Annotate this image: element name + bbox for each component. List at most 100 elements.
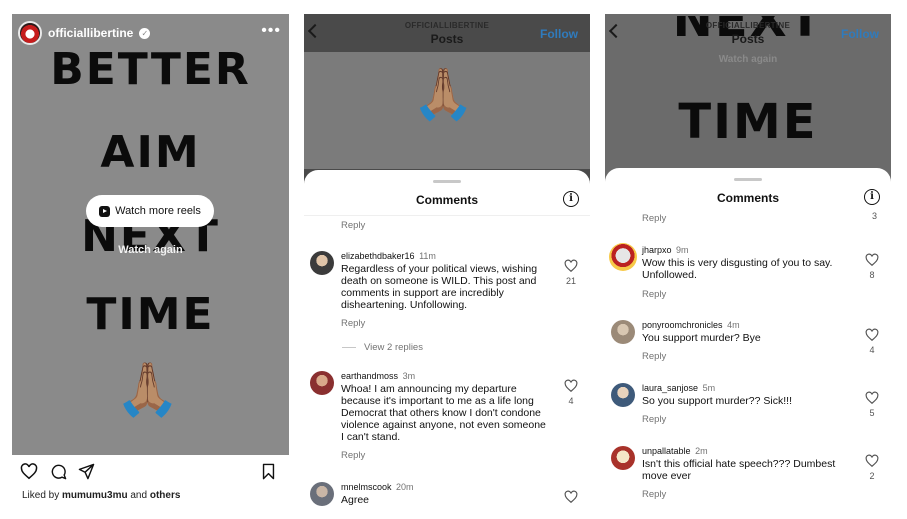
comment-username[interactable]: laura_sanjose	[642, 383, 698, 393]
reel-text-line: TIME	[86, 289, 215, 340]
comments-sheet: Comments i Reply 3 jharpxo 9m Wow this i…	[605, 168, 891, 519]
comment-text: You support murder? Bye	[642, 332, 761, 344]
comment-time: 4m	[727, 320, 740, 330]
avatar[interactable]	[310, 251, 334, 275]
follow-button[interactable]: Follow	[841, 27, 879, 41]
watch-more-reels-label: Watch more reels	[115, 205, 201, 217]
heart-icon[interactable]	[865, 328, 879, 342]
comment-time: 11m	[419, 251, 436, 261]
reply-link[interactable]: Reply	[341, 220, 365, 231]
heart-icon[interactable]	[865, 454, 879, 468]
comment-text: Regardless of your political views, wish…	[341, 263, 538, 311]
post-actions	[20, 463, 278, 481]
comment-meta: unpallatable 2m	[642, 446, 708, 456]
heart-icon[interactable]	[564, 490, 578, 504]
view-replies-label: View 2 replies	[364, 342, 423, 353]
info-icon[interactable]: i	[864, 189, 880, 205]
watch-more-reels-button[interactable]: Watch more reels	[86, 195, 214, 227]
liked-mid: and	[127, 490, 150, 501]
drag-handle[interactable]	[734, 178, 762, 181]
comment-text: Whoa! I am announcing my departure becau…	[341, 383, 546, 443]
comment-text: So you support murder?? Sick!!!	[642, 395, 792, 407]
avatar[interactable]	[611, 446, 635, 470]
like-count: 2	[869, 471, 875, 481]
heart-icon[interactable]	[564, 259, 578, 273]
watch-again-button[interactable]: Watch again	[605, 54, 891, 65]
comment-text: Wow this is very disgusting of you to sa…	[642, 257, 833, 281]
reply-link[interactable]: Reply	[341, 318, 365, 329]
heart-icon[interactable]	[865, 253, 879, 267]
heart-icon[interactable]	[20, 463, 38, 480]
praying-hands-emoji: 🙏🏽	[412, 66, 475, 122]
comment-time: 9m	[676, 245, 689, 255]
avatar[interactable]	[18, 21, 42, 45]
comments-sheet: Comments i Reply elizabethdbaker16 11m R…	[304, 170, 590, 519]
heart-icon[interactable]	[564, 379, 578, 393]
liked-others-link[interactable]: others	[150, 490, 181, 501]
comment-time: 5m	[702, 383, 716, 393]
reel-text-line: BETTER	[50, 44, 251, 95]
comment-time: 20m	[396, 482, 414, 492]
comment-username[interactable]: mnelmscook	[341, 482, 392, 492]
praying-hands-emoji: 🙏🏽	[115, 361, 180, 419]
reels-icon	[99, 205, 111, 217]
reply-link[interactable]: Reply	[642, 414, 666, 425]
top-nav: OFFICIALLIBERTINE Posts Follow	[304, 14, 590, 52]
liked-prefix: Liked by	[22, 490, 63, 501]
info-icon[interactable]: i	[563, 191, 579, 207]
posts-comments-panel: 🙏🏽 OFFICIALLIBERTINE Posts Follow Commen…	[304, 14, 590, 519]
bookmark-icon[interactable]	[261, 463, 276, 480]
avatar[interactable]	[611, 383, 635, 407]
comment-username[interactable]: jharpxo	[642, 245, 672, 255]
reel-panel: officiallibertine ✓ ••• BETTER AIM NEXT …	[12, 14, 289, 519]
reel-video[interactable]: officiallibertine ✓ ••• BETTER AIM NEXT …	[12, 14, 289, 455]
liked-user-link[interactable]: mumumu3mu	[62, 490, 128, 501]
like-count: 21	[565, 276, 576, 286]
like-count: 4	[568, 396, 574, 406]
drag-handle[interactable]	[433, 180, 461, 183]
verified-badge-icon: ✓	[139, 27, 151, 39]
like-count: 4	[869, 345, 875, 355]
reply-link[interactable]: Reply	[642, 351, 666, 362]
comment-meta: earthandmoss 3m	[341, 371, 415, 381]
avatar[interactable]	[310, 482, 334, 506]
comment-icon[interactable]	[50, 463, 67, 480]
comment-text: Agree	[341, 494, 370, 506]
reply-link[interactable]: Reply	[341, 450, 365, 461]
comment-username[interactable]: ponyroomchronicles	[642, 320, 723, 330]
share-icon[interactable]	[78, 463, 95, 480]
heart-icon[interactable]	[865, 391, 879, 405]
comment-time: 3m	[402, 371, 416, 381]
comment-username[interactable]: unpallatable	[642, 446, 691, 456]
reply-link[interactable]: Reply	[642, 289, 666, 300]
comment-meta: jharpxo 9m	[642, 245, 689, 255]
sheet-title: Comments	[415, 193, 478, 207]
top-nav: OFFICIALLIBERTINE Posts Follow	[605, 14, 891, 52]
more-horizontal-icon[interactable]: •••	[261, 22, 281, 40]
view-replies-button[interactable]: View 2 replies	[342, 342, 423, 353]
reply-line	[342, 347, 356, 348]
reel-text-line: TIME	[678, 94, 818, 150]
like-count: 3	[871, 211, 877, 221]
comment-username[interactable]: earthandmoss	[341, 371, 398, 381]
comment-username[interactable]: elizabethdbaker16	[341, 251, 415, 261]
reply-link[interactable]: Reply	[642, 213, 666, 224]
like-count: 5	[869, 408, 875, 418]
comment-meta: mnelmscook 20m	[341, 482, 414, 492]
comments-panel: NEXT Watch again TIME OFFICIALLIBERTINE …	[605, 14, 891, 519]
comment-meta: laura_sanjose 5m	[642, 383, 715, 393]
avatar[interactable]	[611, 320, 635, 344]
comment-meta: elizabethdbaker16 11m	[341, 251, 436, 261]
reply-link[interactable]: Reply	[642, 489, 666, 500]
comment-time: 2m	[695, 446, 708, 456]
comment-meta: ponyroomchronicles 4m	[642, 320, 740, 330]
watch-again-button[interactable]: Watch again	[12, 244, 289, 256]
like-count: 8	[869, 270, 875, 280]
reel-header: officiallibertine ✓	[18, 21, 151, 45]
avatar[interactable]	[609, 243, 637, 271]
comment-text: Isn't this official hate speech??? Dumbe…	[642, 458, 836, 482]
divider	[304, 215, 590, 216]
username[interactable]: officiallibertine	[48, 26, 133, 40]
avatar[interactable]	[310, 371, 334, 395]
follow-button[interactable]: Follow	[540, 27, 578, 41]
